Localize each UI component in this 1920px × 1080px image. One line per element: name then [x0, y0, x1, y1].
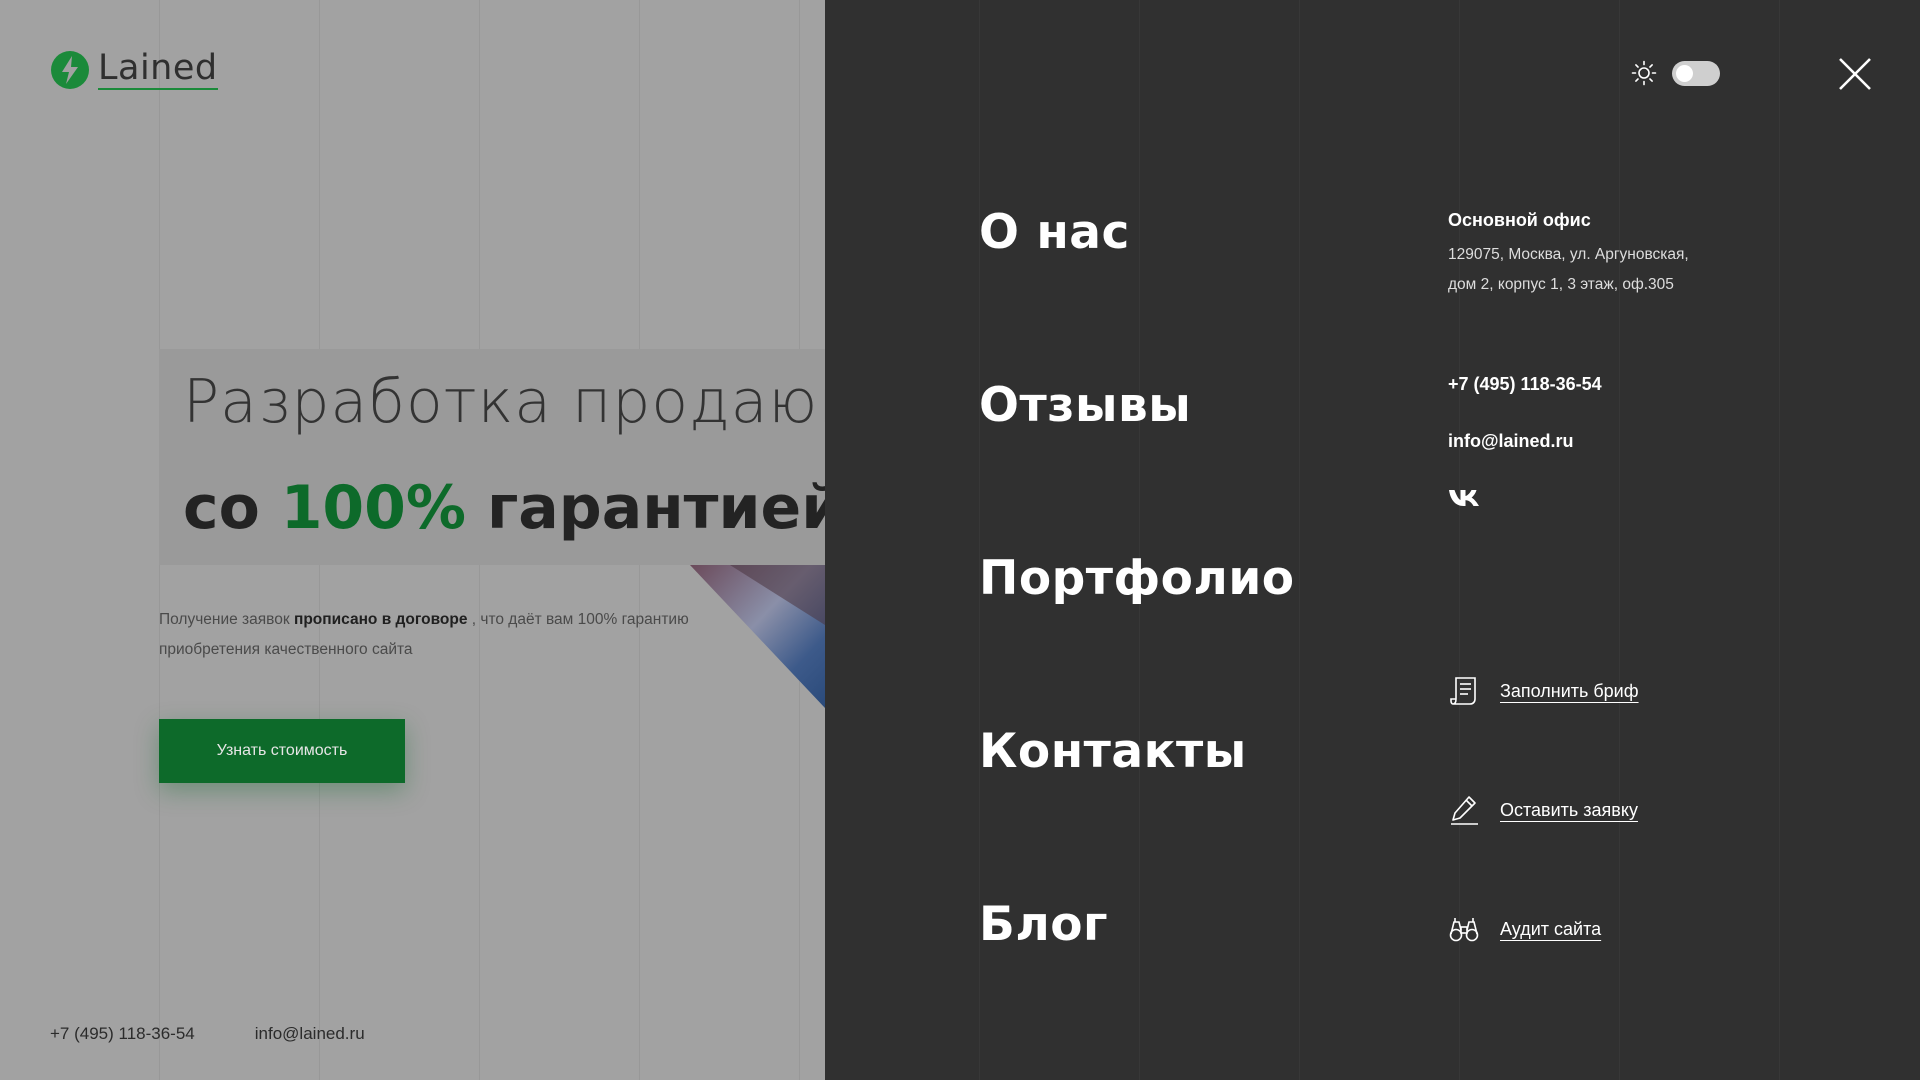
document-icon — [1450, 677, 1476, 705]
hero-line2-start: со — [183, 473, 281, 543]
hero-accent-percent: 100% — [280, 473, 467, 543]
fill-brief-action[interactable]: Заполнить бриф — [1448, 675, 1639, 707]
binoculars-icon — [1449, 918, 1479, 942]
nav-item-contacts[interactable]: Контакты — [979, 724, 1247, 779]
menu-email-link[interactable]: info@lained.ru — [1448, 431, 1574, 452]
office-title: Основной офис — [1448, 210, 1591, 230]
page-footer-contacts: +7 (495) 118-36-54 info@lained.ru — [50, 1024, 365, 1044]
footer-phone-link[interactable]: +7 (495) 118-36-54 — [50, 1024, 195, 1044]
leave-request-link[interactable]: Оставить заявку — [1500, 800, 1638, 821]
hero-headline-line1: Разработка продающ — [183, 367, 825, 437]
hero-subtext-start: Получение заявок — [159, 611, 294, 628]
vk-icon[interactable] — [1448, 488, 1480, 508]
nav-item-blog[interactable]: Блог — [979, 897, 1108, 952]
site-logo[interactable]: Lained — [50, 50, 218, 90]
office-address: 129075, Москва, ул. Аргуновская, дом 2, … — [1448, 240, 1748, 300]
nav-item-portfolio[interactable]: Портфолио — [979, 551, 1295, 606]
nav-item-reviews[interactable]: Отзывы — [979, 378, 1191, 433]
hero-subtext-bold: прописано в договоре — [293, 611, 468, 628]
get-price-button[interactable]: Узнать стоимость — [159, 719, 405, 783]
landing-page-background: Lained Разработка продающ со 100% гарант… — [0, 0, 825, 1080]
close-menu-button[interactable] — [1838, 57, 1872, 91]
office-address-line2: дом 2, корпус 1, 3 этаж, оф.305 — [1448, 276, 1674, 293]
leave-request-action[interactable]: Оставить заявку — [1448, 794, 1638, 826]
fill-brief-link[interactable]: Заполнить бриф — [1500, 681, 1639, 702]
nav-item-about[interactable]: О нас — [979, 205, 1130, 260]
hero-headline-box: Разработка продающ со 100% гарантией — [159, 349, 825, 565]
hero-line2-end: гарантией — [466, 473, 825, 543]
pencil-icon — [1451, 796, 1478, 825]
logo-text: Lained — [98, 47, 218, 90]
theme-toggle-knob — [1676, 65, 1693, 82]
logo-mark-icon — [51, 51, 89, 89]
office-address-line1: 129075, Москва, ул. Аргуновская, — [1448, 246, 1689, 263]
theme-toggle-switch[interactable] — [1672, 61, 1720, 86]
sun-icon — [1631, 60, 1657, 86]
site-audit-action[interactable]: Аудит сайта — [1448, 913, 1601, 945]
menu-phone-link[interactable]: +7 (495) 118-36-54 — [1448, 374, 1602, 395]
footer-email-link[interactable]: info@lained.ru — [255, 1024, 365, 1044]
site-audit-link[interactable]: Аудит сайта — [1500, 919, 1601, 940]
hero-subtext: Получение заявок прописано в договоре , … — [159, 605, 719, 665]
close-icon — [1839, 58, 1871, 90]
hero-headline-line2: со 100% гарантией — [183, 473, 825, 543]
